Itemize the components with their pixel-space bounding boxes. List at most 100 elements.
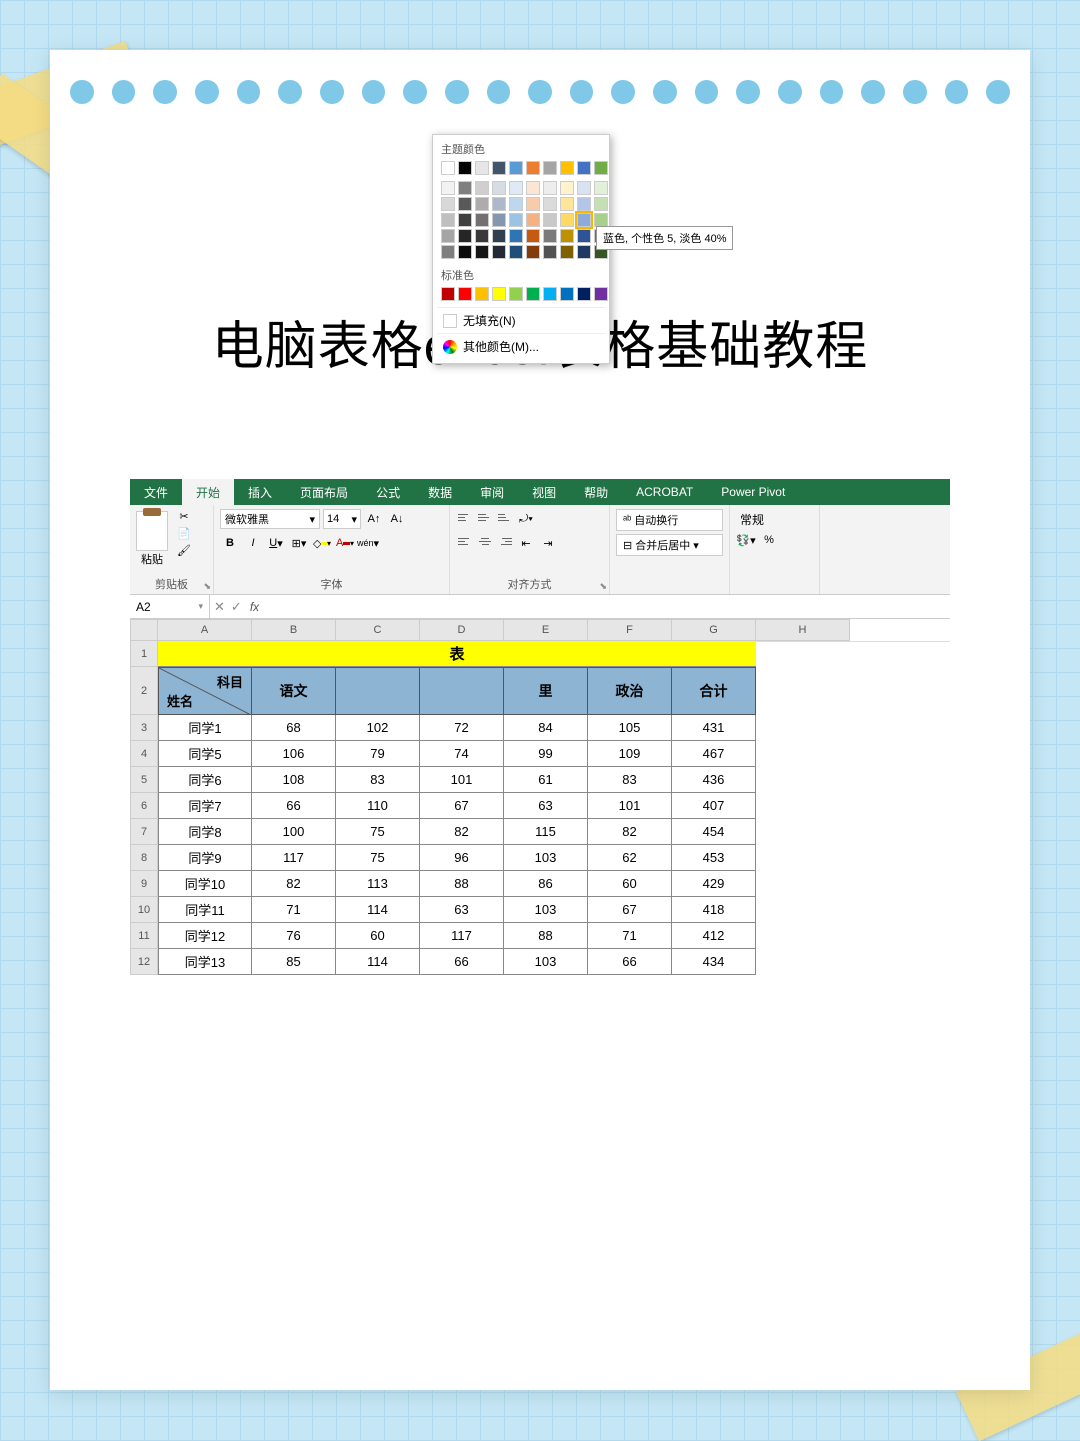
data-cell[interactable]: 74 bbox=[420, 741, 504, 767]
row-header[interactable]: 1 bbox=[130, 641, 158, 667]
data-cell[interactable]: 66 bbox=[420, 949, 504, 975]
underline-button[interactable]: U▾ bbox=[266, 533, 286, 553]
data-cell[interactable]: 407 bbox=[672, 793, 756, 819]
data-cell[interactable]: 103 bbox=[504, 897, 588, 923]
ribbon-tab-7[interactable]: 视图 bbox=[518, 479, 570, 505]
row-header[interactable]: 12 bbox=[130, 949, 158, 975]
data-cell[interactable]: 76 bbox=[252, 923, 336, 949]
header-cell[interactable] bbox=[336, 667, 420, 715]
data-cell[interactable]: 68 bbox=[252, 715, 336, 741]
color-swatch[interactable] bbox=[441, 181, 455, 195]
row-header[interactable]: 3 bbox=[130, 715, 158, 741]
name-cell[interactable]: 同学12 bbox=[158, 923, 252, 949]
align-bottom-button[interactable] bbox=[496, 509, 514, 525]
data-cell[interactable]: 114 bbox=[336, 949, 420, 975]
color-swatch[interactable] bbox=[577, 161, 591, 175]
color-swatch[interactable] bbox=[475, 181, 489, 195]
data-cell[interactable]: 431 bbox=[672, 715, 756, 741]
color-swatch[interactable] bbox=[560, 181, 574, 195]
data-cell[interactable]: 101 bbox=[420, 767, 504, 793]
name-cell[interactable]: 同学5 bbox=[158, 741, 252, 767]
color-swatch[interactable] bbox=[475, 197, 489, 211]
color-swatch[interactable] bbox=[509, 229, 523, 243]
color-swatch[interactable] bbox=[475, 287, 489, 301]
data-cell[interactable]: 418 bbox=[672, 897, 756, 923]
color-swatch[interactable] bbox=[458, 287, 472, 301]
color-swatch[interactable] bbox=[475, 213, 489, 227]
row-header[interactable]: 10 bbox=[130, 897, 158, 923]
name-cell[interactable]: 同学11 bbox=[158, 897, 252, 923]
color-swatch[interactable] bbox=[475, 229, 489, 243]
data-cell[interactable]: 86 bbox=[504, 871, 588, 897]
empty-cells[interactable] bbox=[756, 641, 950, 975]
data-cell[interactable]: 454 bbox=[672, 819, 756, 845]
ribbon-tab-10[interactable]: Power Pivot bbox=[707, 479, 799, 505]
confirm-icon[interactable]: ✓ bbox=[231, 599, 242, 615]
color-swatch[interactable] bbox=[492, 287, 506, 301]
column-header[interactable]: F bbox=[588, 619, 672, 641]
row-header[interactable]: 11 bbox=[130, 923, 158, 949]
name-cell[interactable]: 同学8 bbox=[158, 819, 252, 845]
data-cell[interactable]: 436 bbox=[672, 767, 756, 793]
font-name-select[interactable]: 微软雅黑▾ bbox=[220, 509, 320, 529]
column-header[interactable]: E bbox=[504, 619, 588, 641]
no-fill-option[interactable]: 无填充(N) bbox=[437, 307, 605, 333]
row-header[interactable]: 2 bbox=[130, 667, 158, 715]
ribbon-tab-5[interactable]: 数据 bbox=[414, 479, 466, 505]
data-cell[interactable]: 110 bbox=[336, 793, 420, 819]
bold-button[interactable]: B bbox=[220, 533, 240, 553]
color-swatch[interactable] bbox=[594, 181, 608, 195]
ribbon-tab-8[interactable]: 帮助 bbox=[570, 479, 622, 505]
header-cell[interactable]: 里 bbox=[504, 667, 588, 715]
color-swatch[interactable] bbox=[577, 181, 591, 195]
data-cell[interactable]: 103 bbox=[504, 845, 588, 871]
data-cell[interactable]: 105 bbox=[588, 715, 672, 741]
data-cell[interactable]: 62 bbox=[588, 845, 672, 871]
column-header[interactable]: G bbox=[672, 619, 756, 641]
color-swatch[interactable] bbox=[441, 161, 455, 175]
data-cell[interactable]: 106 bbox=[252, 741, 336, 767]
name-cell[interactable]: 同学9 bbox=[158, 845, 252, 871]
row-header[interactable] bbox=[130, 619, 158, 641]
phonetic-button[interactable]: wén▾ bbox=[358, 533, 378, 553]
data-cell[interactable]: 429 bbox=[672, 871, 756, 897]
copy-icon[interactable]: 📄 bbox=[176, 526, 192, 540]
color-swatch[interactable] bbox=[509, 197, 523, 211]
data-cell[interactable]: 79 bbox=[336, 741, 420, 767]
header-cell[interactable]: 语文 bbox=[252, 667, 336, 715]
data-cell[interactable]: 63 bbox=[504, 793, 588, 819]
data-cell[interactable]: 412 bbox=[672, 923, 756, 949]
color-swatch[interactable] bbox=[543, 245, 557, 259]
header-cell[interactable]: 合计 bbox=[672, 667, 756, 715]
data-cell[interactable]: 96 bbox=[420, 845, 504, 871]
ribbon-tab-4[interactable]: 公式 bbox=[362, 479, 414, 505]
color-swatch[interactable] bbox=[458, 213, 472, 227]
color-swatch[interactable] bbox=[441, 197, 455, 211]
data-cell[interactable]: 108 bbox=[252, 767, 336, 793]
color-swatch[interactable] bbox=[492, 213, 506, 227]
dialog-launcher-icon[interactable]: ⬊ bbox=[203, 581, 211, 592]
data-cell[interactable]: 100 bbox=[252, 819, 336, 845]
data-cell[interactable]: 109 bbox=[588, 741, 672, 767]
name-cell[interactable]: 同学1 bbox=[158, 715, 252, 741]
color-swatch[interactable] bbox=[577, 197, 591, 211]
table-title-cell[interactable]: 表 bbox=[158, 641, 756, 667]
row-header[interactable]: 4 bbox=[130, 741, 158, 767]
increase-font-icon[interactable]: A↑ bbox=[364, 509, 384, 529]
color-swatch[interactable] bbox=[594, 161, 608, 175]
color-swatch[interactable] bbox=[458, 181, 472, 195]
data-cell[interactable]: 82 bbox=[588, 819, 672, 845]
row-header[interactable]: 9 bbox=[130, 871, 158, 897]
color-swatch[interactable] bbox=[458, 245, 472, 259]
color-swatch[interactable] bbox=[543, 287, 557, 301]
indent-increase-button[interactable]: ⇥ bbox=[538, 533, 558, 553]
data-cell[interactable]: 72 bbox=[420, 715, 504, 741]
color-swatch[interactable] bbox=[543, 229, 557, 243]
data-cell[interactable]: 115 bbox=[504, 819, 588, 845]
data-cell[interactable]: 83 bbox=[336, 767, 420, 793]
wrap-text-button[interactable]: ᵃᵇ 自动换行 bbox=[616, 509, 723, 531]
name-cell[interactable]: 同学7 bbox=[158, 793, 252, 819]
color-swatch[interactable] bbox=[543, 161, 557, 175]
color-swatch[interactable] bbox=[492, 161, 506, 175]
name-cell[interactable]: 同学13 bbox=[158, 949, 252, 975]
